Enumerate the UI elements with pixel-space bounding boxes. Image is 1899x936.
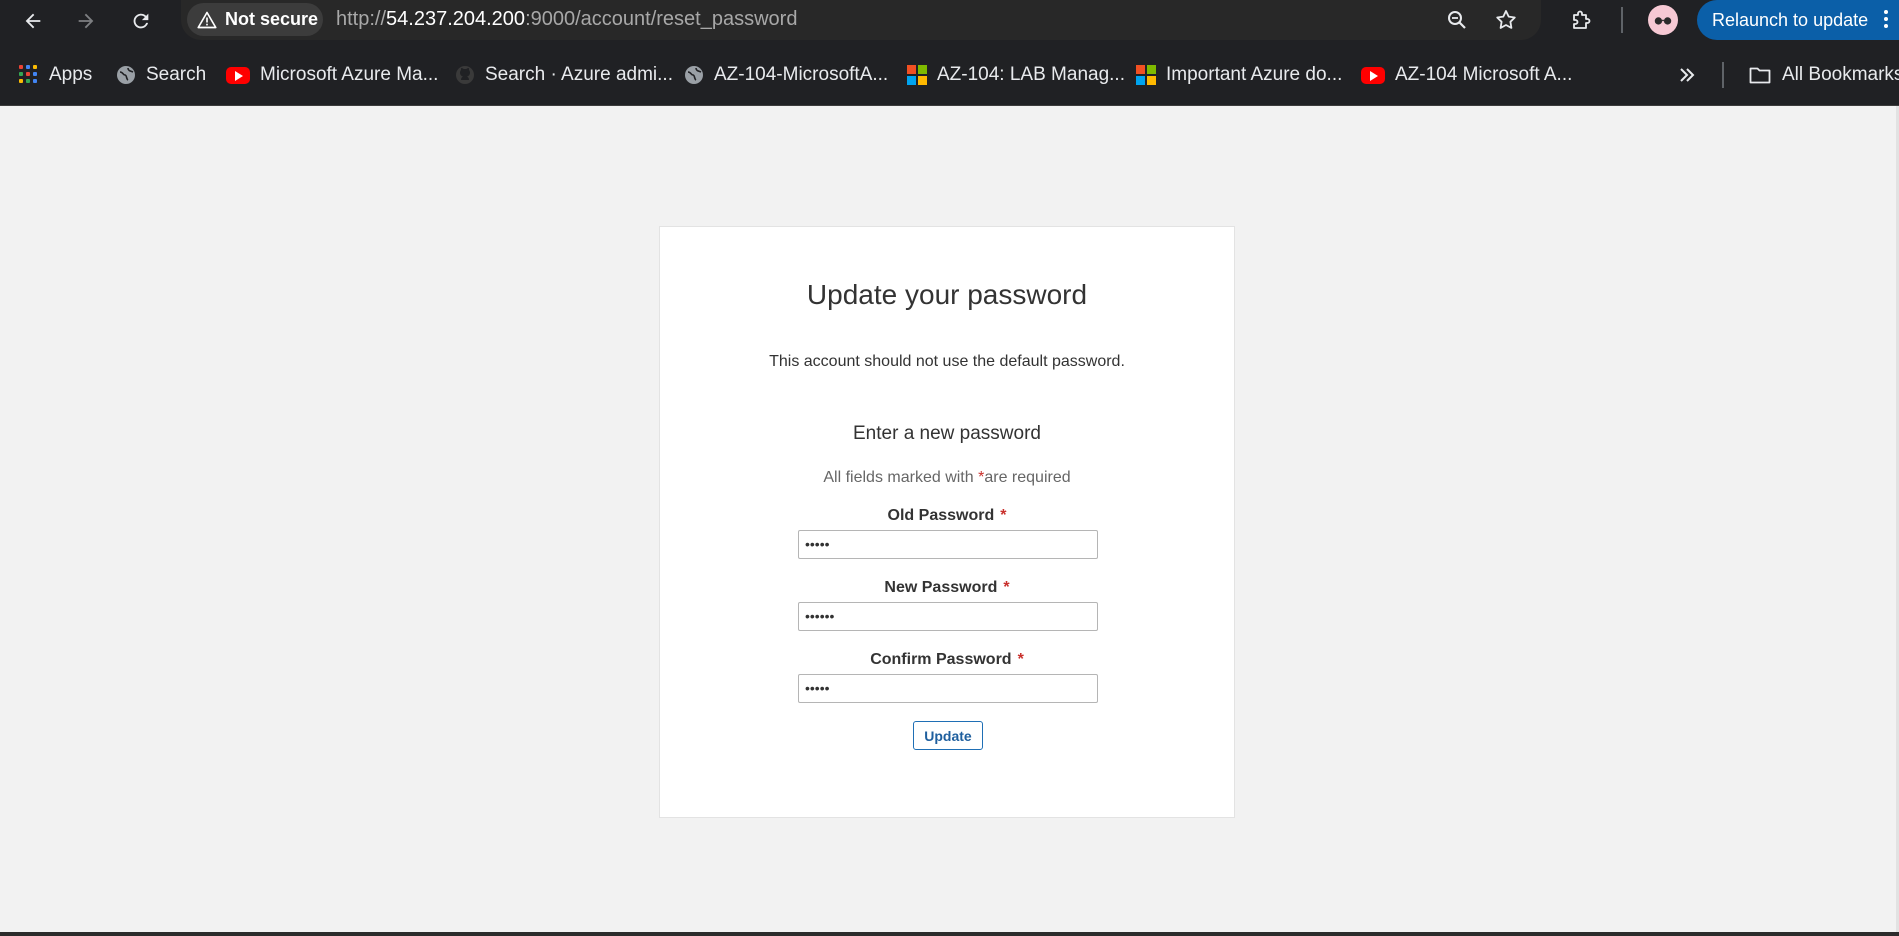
form-subtitle: Enter a new password: [853, 423, 1041, 444]
bookmark-important-azure-do[interactable]: Important Azure do...: [1136, 60, 1342, 90]
bookmark-label: Apps: [49, 64, 93, 85]
required-star: *: [1000, 507, 1007, 524]
star-icon: [1496, 10, 1516, 29]
default-password-notice: This account should not use the default …: [769, 353, 1125, 370]
sunglasses-avatar-icon: [1654, 17, 1672, 25]
security-label: Not secure: [225, 9, 319, 29]
url-prefix: http://: [336, 8, 387, 30]
bookmark-label: AZ-104 Microsoft A...: [1395, 64, 1573, 85]
bookmark-search-azure-admi[interactable]: Search · Azure admi...: [455, 60, 673, 90]
folder-icon: [1749, 67, 1771, 84]
field-label-text: Old Password: [887, 507, 995, 524]
forward-arrow-icon: [78, 13, 94, 29]
github-icon: [455, 65, 475, 85]
globe-icon: [684, 65, 704, 85]
youtube-icon: [226, 66, 250, 84]
microsoft-icon: [1136, 65, 1156, 85]
old-password-input[interactable]: •••••: [798, 530, 1098, 559]
field-label-text: New Password: [884, 579, 998, 596]
extensions-button[interactable]: [1568, 7, 1594, 33]
bookmarks-divider: [1722, 62, 1724, 88]
url-path: :9000/account/reset_password: [525, 8, 798, 30]
field-label-text: Confirm Password: [870, 651, 1012, 668]
bookmark-label: AZ-104: LAB Manag...: [937, 64, 1125, 85]
back-button[interactable]: [18, 6, 48, 36]
zoom-magnifier-icon: [1448, 11, 1466, 29]
bookmark-label: Search · Azure admi...: [485, 64, 673, 85]
required-fields-note: All fields marked with *are required: [660, 469, 1234, 487]
confirm-password-input[interactable]: •••••: [798, 674, 1098, 703]
microsoft-icon: [907, 65, 927, 85]
reload-button[interactable]: [126, 6, 156, 36]
url-host: 54.237.204.200: [386, 8, 526, 30]
profile-avatar[interactable]: [1648, 5, 1678, 35]
old-password-label: Old Password *: [660, 507, 1234, 525]
bookmark-microsoft-azure-ma[interactable]: Microsoft Azure Ma...: [226, 60, 438, 90]
required-star: *: [1017, 651, 1024, 668]
required-note-prefix: All fields marked with: [823, 469, 974, 486]
new-password-input[interactable]: ••••••: [798, 602, 1098, 631]
update-button[interactable]: Update: [913, 721, 983, 750]
forward-button[interactable]: [71, 6, 101, 36]
required-note-suffix: are required: [984, 469, 1071, 486]
all-bookmarks-label: All Bookmarks: [1782, 64, 1899, 85]
bookmark-label: AZ-104-MicrosoftA...: [714, 64, 889, 85]
chrome-divider: [0, 105, 1899, 106]
puzzle-icon: [1573, 10, 1591, 29]
bookmark-az104-microsofta[interactable]: AZ-104-MicrosoftA...: [684, 60, 888, 90]
confirm-password-label: Confirm Password *: [660, 651, 1234, 669]
all-bookmarks-button[interactable]: All Bookmarks: [1748, 60, 1899, 90]
zoom-button[interactable]: [1444, 7, 1470, 33]
required-star: *: [1003, 579, 1010, 596]
apps-grid-icon: [19, 65, 39, 85]
bookmark-az104-microsoft-a[interactable]: AZ-104 Microsoft A...: [1361, 60, 1572, 90]
bookmark-label: Search: [146, 64, 207, 85]
page-title: Update your password: [806, 279, 1088, 310]
new-password-label: New Password *: [660, 579, 1234, 597]
toolbar-divider: [1621, 7, 1623, 33]
security-chip[interactable]: Not secure: [187, 3, 323, 36]
relaunch-label: Relaunch to update: [1712, 9, 1869, 30]
relaunch-button[interactable]: Relaunch to update: [1697, 0, 1899, 40]
reload-icon: [133, 13, 149, 29]
bookmark-apps[interactable]: Apps: [19, 60, 92, 90]
window-bottom-edge: [0, 932, 1899, 936]
bookmark-star-button[interactable]: [1493, 7, 1519, 33]
bookmark-search[interactable]: Search: [116, 60, 206, 90]
bookmark-label: Microsoft Azure Ma...: [260, 64, 439, 85]
back-arrow-icon: [25, 13, 41, 29]
bookmark-label: Important Azure do...: [1166, 64, 1343, 85]
youtube-icon: [1361, 66, 1385, 84]
bookmark-az104-lab-manag[interactable]: AZ-104: LAB Manag...: [907, 60, 1125, 90]
more-menu-icon[interactable]: [1884, 10, 1890, 30]
double-chevron-right-icon: [1680, 68, 1695, 82]
url-text[interactable]: http://54.237.204.200:9000/account/reset…: [336, 8, 797, 31]
globe-icon: [116, 65, 136, 85]
warning-triangle-icon: [197, 11, 217, 28]
bookmarks-overflow-button[interactable]: [1677, 60, 1697, 90]
reset-password-card: Update your password This account should…: [659, 226, 1235, 818]
